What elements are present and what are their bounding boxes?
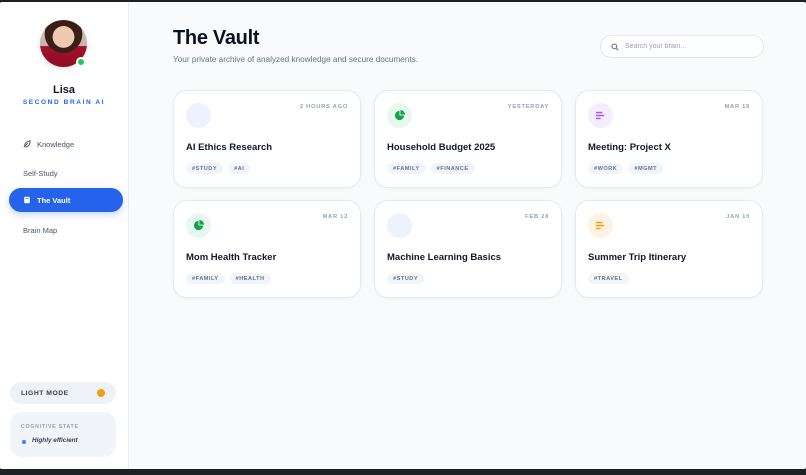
tag[interactable]: #MGMT	[628, 163, 664, 174]
card-date: YESTERDAY	[507, 104, 549, 110]
card-title: Mom Health Tracker	[186, 252, 277, 263]
book-icon	[23, 196, 31, 204]
list-icon	[588, 103, 613, 128]
card-tags: #TRAVEL	[588, 273, 629, 284]
sidebar-item-brain-map[interactable]: Brain Map	[9, 218, 123, 242]
tag[interactable]: #HEALTH	[229, 273, 271, 284]
vault-card[interactable]: FEB 28 Machine Learning Basics #STUDY	[374, 200, 562, 298]
tag[interactable]: #STUDY	[186, 163, 224, 174]
list-icon	[588, 213, 613, 238]
card-title: Machine Learning Basics	[387, 252, 502, 263]
tag[interactable]: #WORK	[588, 163, 624, 174]
sidebar-item-label: Knowledge	[37, 139, 75, 149]
vault-card[interactable]: YESTERDAY Household Budget 2025 #FAMILY …	[374, 90, 562, 188]
card-tags: #WORK #MGMT	[588, 163, 664, 174]
card-title: Summer Trip Itinerary	[588, 252, 687, 263]
blank-icon	[186, 103, 211, 128]
tag[interactable]: #STUDY	[387, 273, 425, 284]
sidebar-item-self-study[interactable]: Self-Study	[9, 161, 123, 185]
cognitive-state-card: COGNITIVE STATE Highly efficient	[10, 412, 116, 457]
card-title: AI Ethics Research	[186, 142, 273, 153]
card-tags: #STUDY	[387, 273, 425, 284]
tag[interactable]: #FINANCE	[430, 163, 475, 174]
card-title: Meeting: Project X	[588, 142, 671, 153]
sidebar-item-label: The Vault	[37, 195, 71, 205]
page-subtitle: Your private archive of analyzed knowled…	[173, 55, 419, 64]
cognitive-state-value: Highly efficient	[32, 437, 78, 444]
online-status-dot	[76, 57, 86, 67]
search-icon	[611, 38, 619, 56]
search-box[interactable]	[600, 35, 764, 58]
mode-label: LIGHT MODE	[21, 389, 69, 397]
user-subtitle: SECOND BRAIN AI	[22, 99, 106, 106]
feather-icon	[23, 140, 31, 148]
page-title: The Vault	[173, 27, 260, 49]
sidebar-item-the-vault[interactable]: The Vault	[9, 188, 123, 212]
search-input[interactable]	[625, 43, 755, 50]
pie-chart-icon	[387, 103, 412, 128]
card-date: MAR 15	[724, 104, 750, 110]
card-date: FEB 28	[525, 214, 549, 220]
light-mode-toggle[interactable]: LIGHT MODE	[10, 382, 116, 404]
user-name: Lisa	[52, 84, 75, 96]
sidebar-item-label: Self-Study	[23, 168, 58, 178]
card-tags: #FAMILY #FINANCE	[387, 163, 475, 174]
tag[interactable]: #AI	[228, 163, 251, 174]
pie-chart-icon	[186, 213, 211, 238]
tag[interactable]: #FAMILY	[186, 273, 225, 284]
sidebar-item-label: Brain Map	[23, 225, 58, 235]
card-date: JAN 10	[726, 214, 750, 220]
sun-icon	[97, 389, 105, 397]
vault-card[interactable]: MAR 12 Mom Health Tracker #FAMILY #HEALT…	[173, 200, 361, 298]
vault-card[interactable]: MAR 15 Meeting: Project X #WORK #MGMT	[575, 90, 763, 188]
card-title: Household Budget 2025	[387, 142, 496, 153]
status-dot-icon	[22, 440, 26, 444]
tag[interactable]: #TRAVEL	[588, 273, 629, 284]
app-window: Lisa SECOND BRAIN AI Knowledge Self-Stud…	[0, 2, 806, 469]
card-date: MAR 12	[322, 214, 348, 220]
vault-card[interactable]: JAN 10 Summer Trip Itinerary #TRAVEL	[575, 200, 763, 298]
sidebar: Lisa SECOND BRAIN AI Knowledge Self-Stud…	[0, 2, 129, 469]
card-date: 2 HOURS AGO	[299, 104, 348, 110]
tag[interactable]: #FAMILY	[387, 163, 426, 174]
sidebar-item-knowledge[interactable]: Knowledge	[9, 132, 123, 156]
blank-icon	[387, 213, 412, 238]
card-tags: #FAMILY #HEALTH	[186, 273, 271, 284]
vault-card[interactable]: 2 HOURS AGO AI Ethics Research #STUDY #A…	[173, 90, 361, 188]
cognitive-state-title: COGNITIVE STATE	[21, 424, 79, 430]
card-tags: #STUDY #AI	[186, 163, 251, 174]
